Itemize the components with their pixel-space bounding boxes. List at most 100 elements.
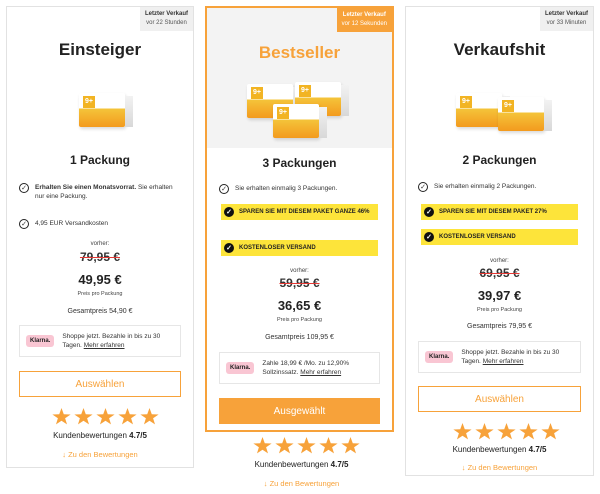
check-circle-icon: ✓ [219, 184, 229, 194]
total-price: Gesamtpreis 54,90 € [67, 308, 133, 315]
check-circle-icon: ✓ [224, 207, 234, 217]
highlight-text: SPAREN SIE MIT DIESEM PAKET GANZE 46% [239, 209, 370, 215]
star-icon [497, 423, 516, 440]
check-circle-icon: ✓ [19, 183, 29, 193]
old-price: 69,95 € [479, 266, 520, 280]
plan-title: Verkaufshit [453, 40, 546, 59]
klarna-logo: Klarna. [226, 362, 255, 374]
plan-title: Einsteiger [58, 40, 142, 59]
reviews-link-label: Zu den Bewertungen [467, 463, 538, 472]
klarna-info: Klarna. Shoppe jetzt. Bezahle in bis zu … [418, 341, 581, 373]
highlight-text: KOSTENLOSER VERSAND [239, 245, 316, 251]
highlight-shipping: ✓ KOSTENLOSER VERSAND [421, 229, 578, 245]
last-sale-label: Letzter Verkauf [544, 11, 588, 17]
reviews-score: 4.7/5 [129, 431, 147, 440]
klarna-logo: Klarna. [425, 351, 454, 363]
reviews-link-label: Zu den Bewertungen [68, 450, 138, 459]
last-sale-badge: Letzter Verkauf vor 12 Sekunden [336, 8, 392, 32]
reviews-label: Kundenbewertungen [53, 431, 127, 440]
reviews-score: 4.7/5 [528, 445, 547, 454]
last-sale-badge: Letzter Verkauf vor 33 Minuten [539, 7, 593, 31]
last-sale-time: vor 12 Sekunden [341, 21, 387, 27]
arrow-down-icon: ↓ [461, 463, 466, 472]
klarna-more-link[interactable]: Mehr erfahren [483, 358, 524, 365]
check-circle-icon: ✓ [424, 207, 434, 217]
star-icon [319, 437, 338, 454]
reviews-link[interactable]: ↓ Zu den Bewertungen [7, 450, 193, 459]
new-price: 49,95 € [78, 272, 122, 287]
klarna-info: Klarna. Shoppe jetzt. Bezahle in bis zu … [19, 325, 181, 357]
highlight-savings: ✓ SPAREN SIE MIT DIESEM PAKET GANZE 46% [221, 204, 378, 220]
reviews-link[interactable]: ↓ Zu den Bewertungen [406, 463, 593, 472]
last-sale-label: Letzter Verkauf [144, 11, 188, 17]
klarna-more-link[interactable]: Mehr erfahren [84, 342, 125, 349]
feature-bold: Erhalten Sie einen Monatsvorrat. [35, 184, 137, 191]
star-icon [253, 437, 272, 454]
highlight-text: KOSTENLOSER VERSAND [439, 234, 516, 240]
klarna-info: Klarna. Zahle 18,99 € /Mo. zu 12,90% Sol… [219, 352, 380, 384]
star-icon [541, 423, 560, 440]
pack-title: 3 Packungen [262, 156, 337, 170]
plan-card-bestseller: Letzter Verkauf vor 12 Sekunden Bestsell… [205, 6, 394, 432]
last-sale-time: vor 22 Stunden [146, 20, 187, 26]
star-icon [275, 437, 294, 454]
star-icon [453, 423, 472, 440]
check-circle-icon: ✓ [224, 243, 234, 253]
klarna-logo: Klarna. [26, 335, 55, 347]
feature-item: ✓ Sie erhalten einmalig 2 Packungen. [418, 182, 581, 192]
star-icon [74, 408, 93, 425]
arrow-down-icon: ↓ [62, 450, 66, 459]
last-sale-label: Letzter Verkauf [342, 12, 386, 18]
feature-text: 4,95 EUR Versandkosten [35, 220, 108, 227]
feature-item: ✓ Sie erhalten einmalig 3 Packungen. [219, 184, 380, 194]
rating-stars [52, 408, 159, 426]
rating-stars [253, 437, 360, 455]
unit-price-label: Preis pro Packung [477, 307, 522, 313]
reviews-label: Kundenbewertungen [254, 460, 329, 469]
star-icon [341, 437, 360, 454]
total-price: Gesamtpreis 79,95 € [467, 323, 532, 330]
last-sale-time: vor 33 Minuten [546, 20, 587, 26]
new-price: 39,97 € [477, 288, 522, 303]
klarna-more-link[interactable]: Mehr erfahren [300, 369, 341, 376]
plan-card-verkaufshit: Letzter Verkauf vor 33 Minuten Verkaufsh… [405, 6, 594, 476]
star-icon [52, 408, 71, 425]
highlight-shipping: ✓ KOSTENLOSER VERSAND [221, 240, 378, 256]
reviews-link[interactable]: ↓ Zu den Bewertungen [205, 479, 398, 488]
feature-text: Sie erhalten einmalig 3 Packungen. [235, 185, 338, 192]
reviews-score: 4.7/5 [330, 460, 349, 469]
check-circle-icon: ✓ [418, 182, 428, 192]
rating-stars [453, 423, 560, 441]
total-price: Gesamtpreis 109,95 € [265, 334, 334, 341]
star-icon [96, 408, 115, 425]
highlight-savings: ✓ SPAREN SIE MIT DIESEM PAKET 27% [421, 204, 578, 220]
feature-text: Sie erhalten einmalig 2 Packungen. [434, 183, 537, 190]
reviews-link-label: Zu den Bewertungen [269, 479, 340, 488]
last-sale-badge: Letzter Verkauf vor 22 Stunden [139, 7, 193, 31]
check-circle-icon: ✓ [424, 232, 434, 242]
star-icon [519, 423, 538, 440]
unit-price-label: Preis pro Packung [277, 317, 322, 323]
reviews-summary: Kundenbewertungen 4.7/5 [406, 445, 593, 454]
reviews-label: Kundenbewertungen [452, 445, 527, 454]
new-price: 36,65 € [277, 298, 322, 313]
plan-title: Bestseller [258, 43, 341, 62]
selected-button[interactable]: Ausgewählt [219, 398, 380, 424]
star-icon [140, 408, 159, 425]
plan-card-einsteiger: Letzter Verkauf vor 22 Stunden Einsteige… [6, 6, 194, 468]
arrow-down-icon: ↓ [263, 479, 268, 488]
select-button[interactable]: Auswählen [19, 371, 181, 397]
before-label: vorher: [290, 268, 309, 274]
reviews-summary: Kundenbewertungen 4.7/5 [205, 460, 398, 469]
feature-item: ✓ 4,95 EUR Versandkosten [19, 219, 181, 229]
before-label: vorher: [490, 258, 509, 264]
reviews-summary: Kundenbewertungen 4.7/5 [7, 431, 193, 440]
before-label: vorher: [90, 241, 110, 247]
highlight-text: SPAREN SIE MIT DIESEM PAKET 27% [439, 209, 547, 215]
star-icon [297, 437, 316, 454]
star-icon [475, 423, 494, 440]
select-button[interactable]: Auswählen [418, 386, 581, 412]
check-circle-icon: ✓ [19, 219, 29, 229]
pack-title: 1 Packung [69, 153, 131, 167]
pack-title: 2 Packungen [462, 153, 537, 167]
